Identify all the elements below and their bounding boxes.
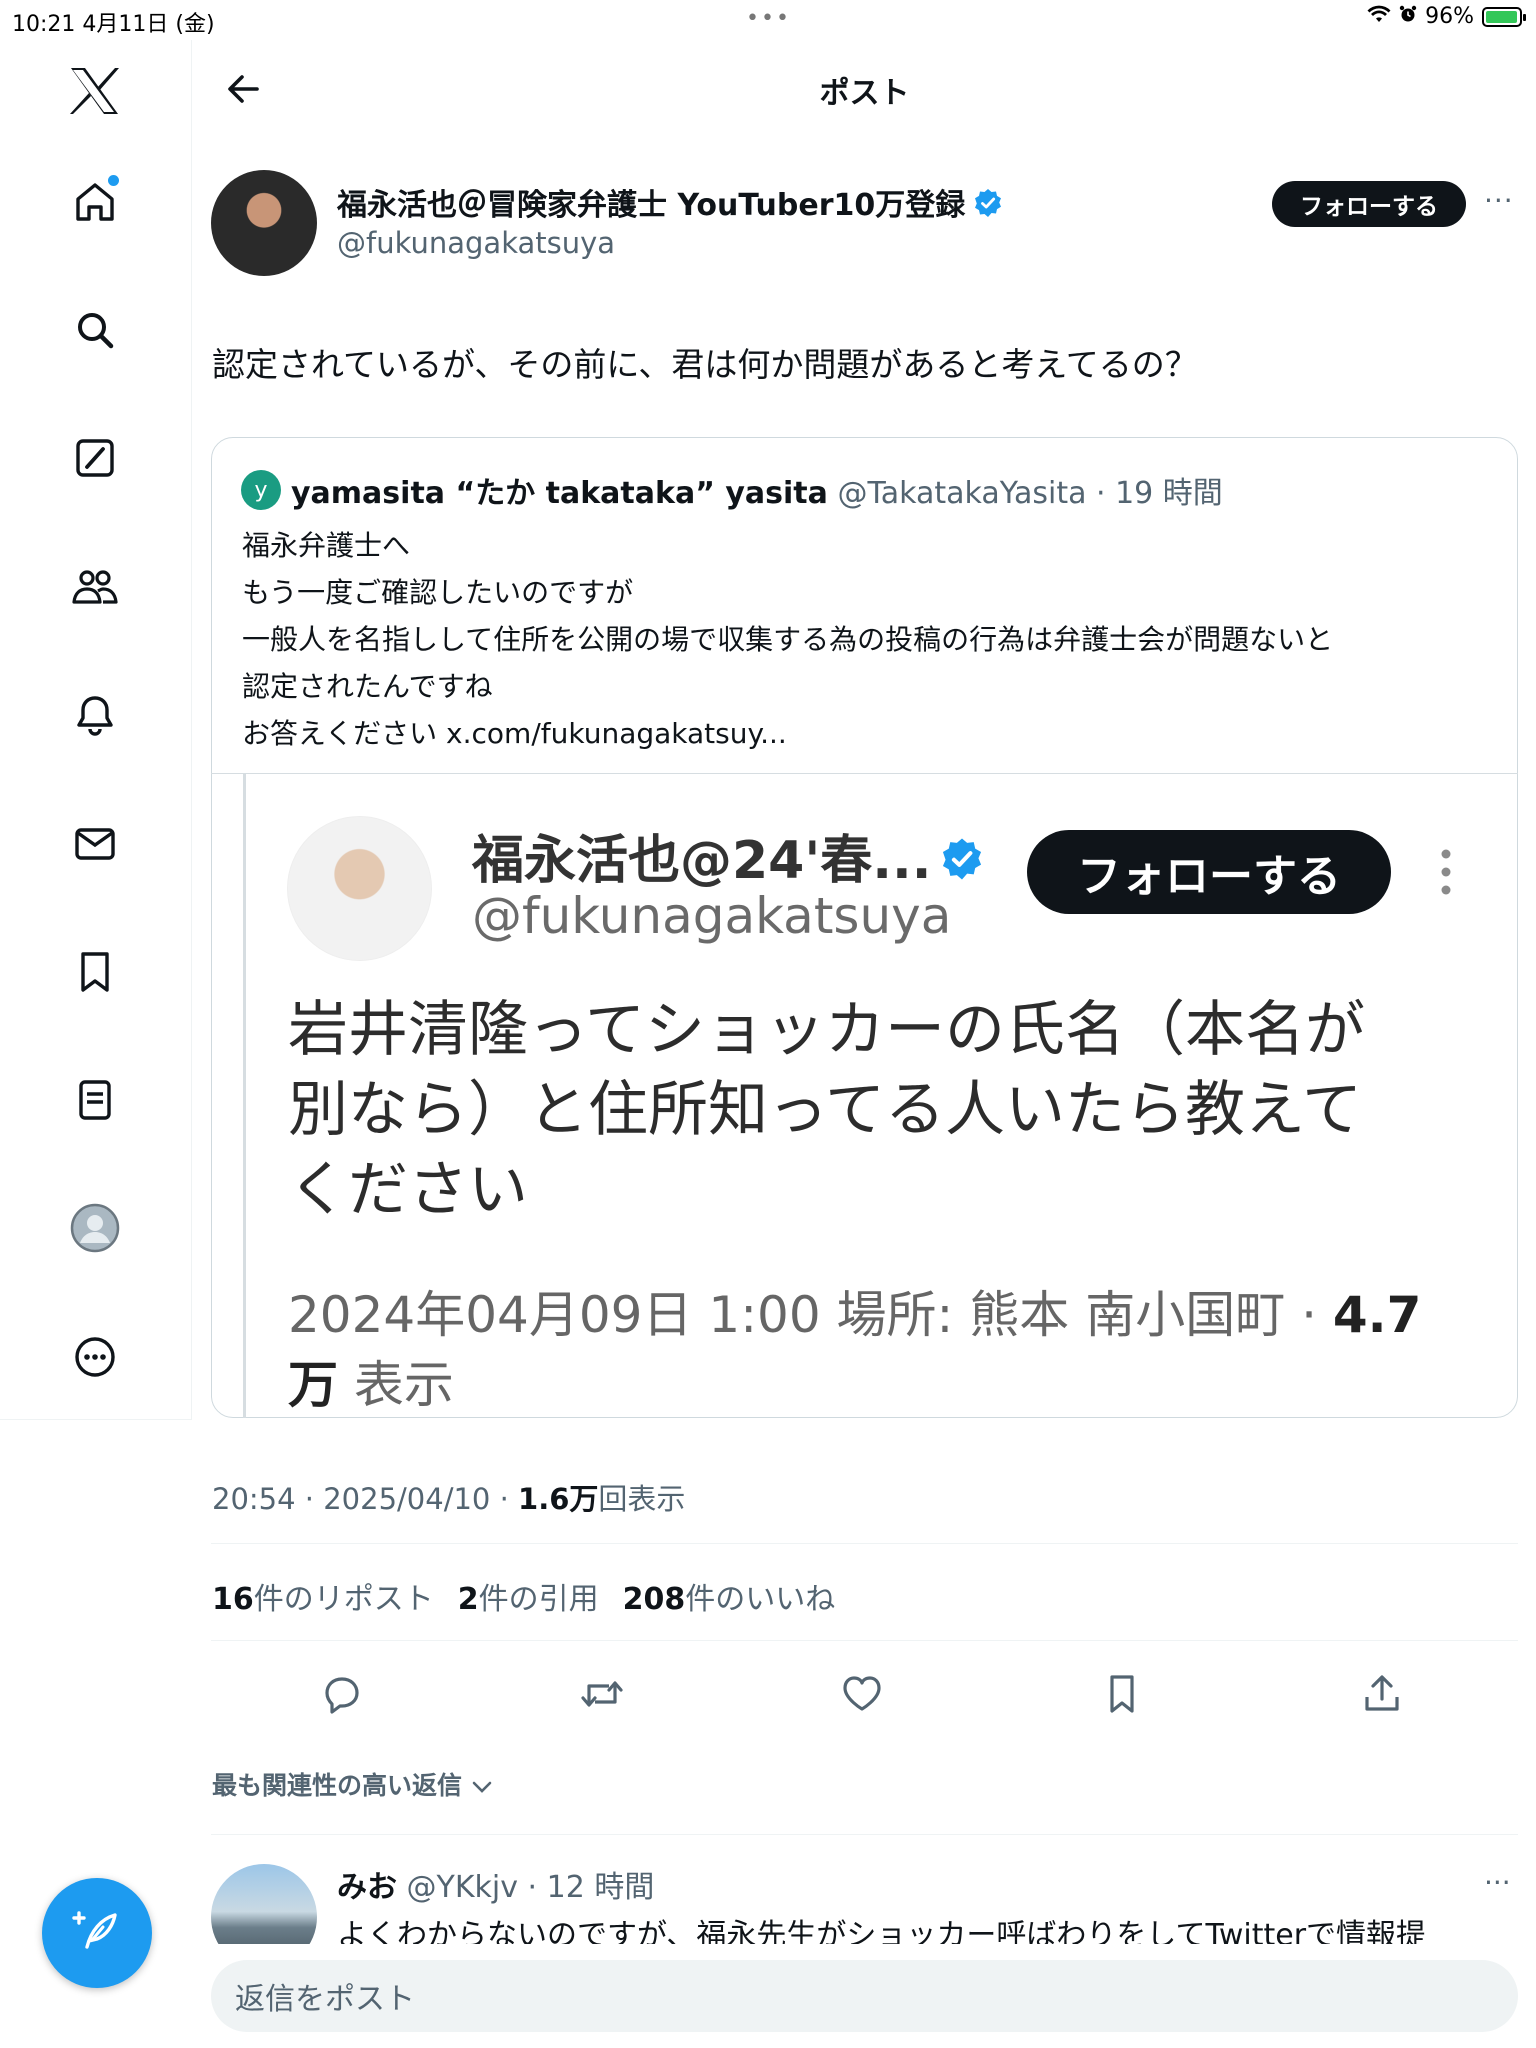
image-post-meta: 2024年04月09日 1:00 場所: 熊本 南小国町 · 4.7 万 表示 — [288, 1280, 1421, 1420]
reposts-count: 16 — [212, 1582, 254, 1617]
quote-line: もう一度ご確認したいのですが — [242, 576, 634, 609]
wifi-icon — [1367, 4, 1391, 29]
image-more-vertical-icon — [1440, 848, 1452, 900]
communities-icon[interactable] — [66, 558, 124, 616]
mail-icon[interactable] — [66, 815, 124, 873]
image-text-line: 別なら）と住所知ってる人いたら教えて — [288, 1075, 1362, 1145]
quote-author-row: yamasita “たか takataka” yasita @TakatakaY… — [291, 468, 1223, 512]
post-views-label: 回表示 — [598, 1482, 686, 1516]
quote-author-name: yamasita “たか takataka” yasita — [291, 476, 828, 511]
quote-author-avatar: y — [241, 470, 281, 510]
image-avatar — [287, 816, 432, 961]
author-avatar[interactable] — [211, 170, 317, 276]
alarm-icon — [1399, 4, 1417, 29]
lists-icon[interactable] — [66, 1071, 124, 1129]
reply-sort-dropdown[interactable]: 最も関連性の高い返信 — [212, 1766, 493, 1802]
status-time-date: 10:21 4月11日 (金) — [12, 12, 215, 37]
sidebar — [0, 40, 192, 1420]
quotes-count: 2 — [457, 1582, 479, 1617]
page-title: ポスト — [819, 76, 910, 111]
quote-text: 福永弁護士へ もう一度ご確認したいのですが 一般人を名指しして住所を公開の場で収… — [242, 522, 1502, 757]
reposts-label: 件のリポスト — [253, 1582, 434, 1617]
image-meta-views-label: 表示 — [338, 1356, 454, 1414]
post-time[interactable]: 20:54 · 2025/04/10 · — [212, 1482, 518, 1516]
reply-more-icon[interactable]: ··· — [1484, 1866, 1511, 1899]
status-indicators: 96% — [1367, 4, 1526, 29]
battery-percent: 96% — [1425, 4, 1474, 29]
reposts-stat[interactable]: 16件のリポスト — [212, 1582, 434, 1617]
bell-icon[interactable] — [66, 686, 124, 744]
battery-level-fill — [1486, 10, 1517, 23]
battery-icon — [1482, 6, 1526, 27]
x-logo-icon[interactable] — [66, 62, 124, 120]
image-post-text: 岩井清隆ってショッカーの氏名（本名が 別なら）と住所知ってる人いたら教えて くだ… — [288, 990, 1508, 1230]
quote-line: 一般人を名指しして住所を公開の場で収集する為の投稿の行為は弁護士会が問題ないと — [242, 623, 1334, 656]
reply-sort-label: 最も関連性の高い返信 — [212, 1771, 463, 1800]
reply-author-name[interactable]: みお — [337, 1870, 397, 1905]
author-name-row[interactable]: 福永活也＠冒険家弁護士 YouTuber10万登録 — [337, 180, 1003, 226]
image-author-row: 福永活也@24'春... — [472, 818, 984, 894]
quote-handle-time: @TakatakaYasita · 19 時間 — [837, 476, 1223, 511]
verified-badge-icon — [973, 188, 1003, 226]
post-timestamp-views: 20:54 · 2025/04/10 · 1.6万回表示 — [212, 1476, 685, 1518]
quotes-stat[interactable]: 2件の引用 — [452, 1582, 599, 1617]
likes-count: 208 — [622, 1582, 686, 1617]
bookmark-icon[interactable] — [66, 943, 124, 1001]
likes-stat[interactable]: 208件のいいね — [617, 1582, 836, 1617]
image-verified-badge-icon — [940, 834, 984, 894]
more-circle-icon[interactable] — [66, 1328, 124, 1386]
image-meta-views: 4.7 — [1332, 1286, 1422, 1344]
post-stats: 16件のリポスト 2件の引用 208件のいいね — [212, 1574, 835, 1618]
notification-dot — [108, 175, 119, 186]
divider — [211, 1640, 1518, 1641]
compose-button[interactable] — [42, 1878, 152, 1988]
chevron-down-icon — [471, 1771, 493, 1800]
likes-label: 件のいいね — [685, 1582, 836, 1617]
share-icon[interactable] — [1352, 1664, 1412, 1724]
image-text-line: ください — [288, 1155, 528, 1225]
compose-feather-icon — [69, 1903, 125, 1963]
image-edge — [243, 773, 246, 1418]
quotes-label: 件の引用 — [478, 1582, 599, 1617]
reply-author-row[interactable]: みお @YKkjv · 12 時間 — [337, 1862, 654, 1906]
post-text: 認定されているが、その前に、君は何か問題があると考えてるの？ — [212, 345, 1198, 384]
follow-button[interactable]: フォローする — [1272, 181, 1466, 227]
divider — [211, 1834, 1518, 1835]
reply-icon[interactable] — [312, 1664, 372, 1724]
image-text-line: 岩井清隆ってショッカーの氏名（本名が — [288, 995, 1365, 1065]
image-author-name: 福永活也@24'春... — [472, 831, 932, 891]
repost-icon[interactable] — [572, 1664, 632, 1724]
quote-line: お答えください x.com/fukunagakatsuy... — [242, 717, 787, 750]
author-name[interactable]: 福永活也＠冒険家弁護士 YouTuber10万登録 — [337, 188, 965, 223]
reply-input[interactable]: 返信をポスト — [211, 1960, 1518, 2032]
multitasking-dots[interactable]: ••• — [746, 6, 791, 31]
image-author-handle: @fukunagakatsuya — [472, 887, 952, 945]
author-handle[interactable]: @fukunagakatsuya — [337, 226, 615, 260]
post-more-icon[interactable]: ··· — [1484, 184, 1514, 217]
divider — [211, 1543, 1518, 1544]
image-meta-views-unit: 万 — [288, 1356, 338, 1414]
like-icon[interactable] — [832, 1664, 892, 1724]
post-views-count: 1.6万 — [518, 1482, 599, 1516]
grok-icon[interactable] — [66, 429, 124, 487]
image-meta-date: 2024年04月09日 1:00 場所: 熊本 南小国町 · — [288, 1286, 1333, 1344]
quote-line: 福永弁護士へ — [242, 529, 411, 562]
reply-handle-time: @YKkjv · 12 時間 — [406, 1870, 655, 1905]
image-follow-button: フォローする — [1027, 830, 1391, 914]
bookmark-icon[interactable] — [1092, 1664, 1152, 1724]
quote-line: 認定されたんですね — [242, 670, 493, 703]
search-icon[interactable] — [66, 301, 124, 359]
home-icon[interactable] — [66, 173, 124, 231]
profile-avatar-icon[interactable] — [66, 1199, 124, 1257]
